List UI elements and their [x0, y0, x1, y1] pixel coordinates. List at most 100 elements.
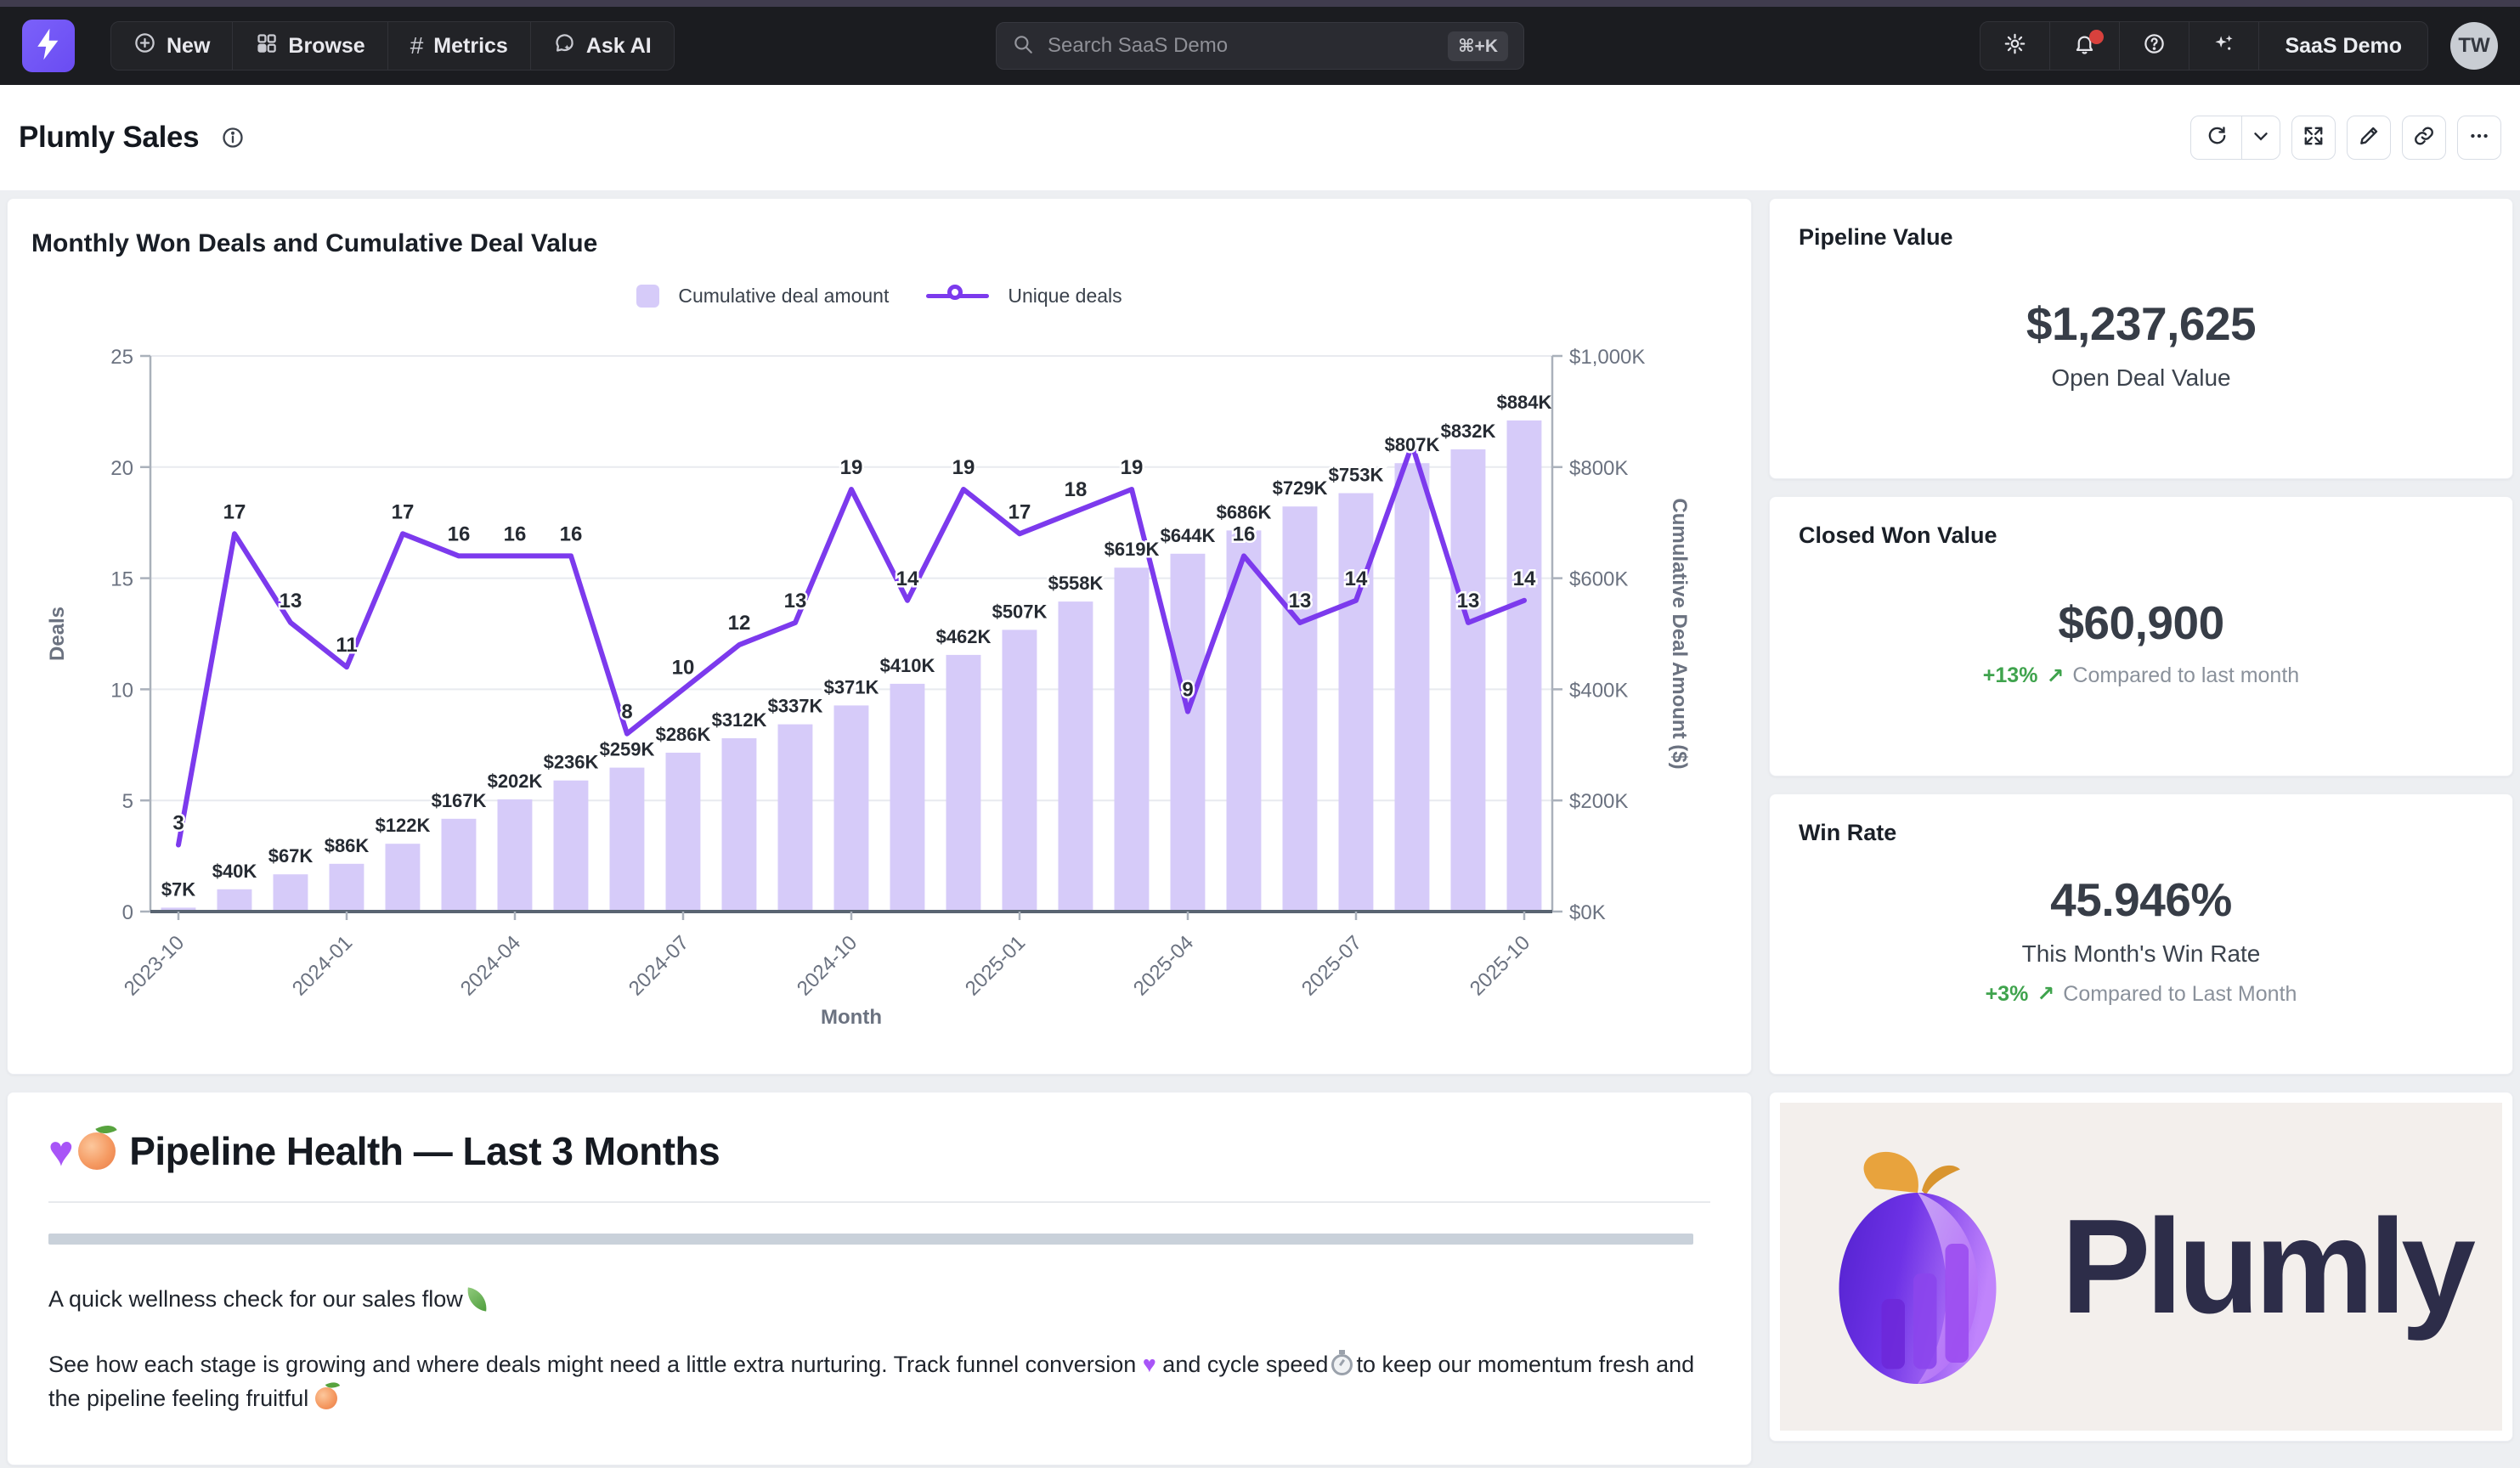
- nav-item-label: Metrics: [433, 34, 508, 59]
- purple-heart-icon: ♥: [48, 1126, 73, 1176]
- svg-text:9: 9: [1182, 679, 1193, 702]
- refresh-options-button[interactable]: [2242, 116, 2280, 159]
- svg-text:$410K: $410K: [880, 655, 935, 676]
- svg-text:$753K: $753K: [1329, 465, 1384, 486]
- chart-title: Monthly Won Deals and Cumulative Deal Va…: [31, 229, 1727, 258]
- nav-item-label: Browse: [288, 34, 364, 59]
- svg-text:$236K: $236K: [544, 752, 599, 773]
- svg-text:$167K: $167K: [432, 790, 487, 811]
- dashboard-toolbar: [2190, 116, 2501, 160]
- search-placeholder: Search SaaS Demo: [1048, 34, 1448, 58]
- svg-text:2023-10: 2023-10: [120, 931, 189, 1000]
- svg-text:$558K: $558K: [1048, 573, 1104, 594]
- kpi-delta-row: +13% ↗ Compared to last month: [1983, 663, 2299, 689]
- kpi-value: $1,237,625: [2026, 296, 2256, 351]
- svg-text:2025-07: 2025-07: [1297, 931, 1366, 1000]
- kpi-subtitle: This Month's Win Rate: [2022, 940, 2261, 968]
- nav-item-metrics[interactable]: # Metrics: [388, 22, 531, 70]
- plus-circle-icon: [133, 31, 156, 60]
- delta-note: Compared to Last Month: [2063, 982, 2297, 1007]
- refresh-button[interactable]: [2191, 116, 2242, 159]
- svg-text:13: 13: [784, 590, 807, 613]
- section-divider-bar: [48, 1234, 1693, 1245]
- more-options-button[interactable]: [2457, 116, 2501, 160]
- workspace-name: SaaS Demo: [2285, 34, 2402, 59]
- legend-line-marker[interactable]: [926, 284, 989, 308]
- sparkles-icon: [2212, 32, 2235, 59]
- notifications-button[interactable]: [2050, 22, 2120, 70]
- fullscreen-button[interactable]: [2291, 116, 2336, 160]
- legend-bar-label[interactable]: Cumulative deal amount: [678, 285, 889, 308]
- svg-text:$337K: $337K: [768, 696, 823, 717]
- purple-heart-icon: ♥: [1143, 1352, 1156, 1377]
- kpi-subtitle: Open Deal Value: [2051, 364, 2230, 392]
- brand-wordmark: Plumly: [2061, 1190, 2471, 1344]
- nav-item-ask-ai[interactable]: Ask AI: [531, 22, 674, 70]
- kpi-card-closed-won: Closed Won Value $60,900 +13% ↗ Compared…: [1769, 496, 2513, 777]
- legend-bar-swatch[interactable]: [636, 285, 659, 308]
- dashboard-body: Monthly Won Deals and Cumulative Deal Va…: [0, 190, 2520, 1465]
- svg-text:19: 19: [1121, 456, 1144, 479]
- workspace-switcher[interactable]: SaaS Demo: [2259, 22, 2427, 70]
- svg-text:17: 17: [392, 500, 415, 523]
- peach-icon: [78, 1132, 116, 1170]
- app-logo[interactable]: [22, 20, 75, 72]
- svg-text:0: 0: [122, 901, 133, 924]
- svg-text:12: 12: [728, 612, 751, 635]
- global-search-input[interactable]: Search SaaS Demo ⌘+K: [996, 22, 1524, 70]
- share-link-button[interactable]: [2402, 116, 2446, 160]
- settings-button[interactable]: [1980, 22, 2050, 70]
- kpi-card-pipeline-value: Pipeline Value $1,237,625 Open Deal Valu…: [1769, 198, 2513, 479]
- help-button[interactable]: [2120, 22, 2189, 70]
- svg-text:$800K: $800K: [1569, 457, 1628, 480]
- svg-text:$400K: $400K: [1569, 679, 1628, 702]
- delta-value: +3%: [1986, 982, 2029, 1007]
- edit-button[interactable]: [2347, 116, 2391, 160]
- intro-paragraph: A quick wellness check for our sales flo…: [48, 1282, 1710, 1317]
- trend-up-arrow-icon: ↗: [2046, 663, 2064, 689]
- kpi-value: 45.946%: [2050, 872, 2232, 927]
- svg-text:5: 5: [122, 790, 133, 813]
- svg-text:10: 10: [672, 656, 695, 679]
- svg-text:16: 16: [1233, 522, 1256, 545]
- nav-item-browse[interactable]: Browse: [233, 22, 387, 70]
- legend-line-label[interactable]: Unique deals: [1008, 285, 1122, 308]
- svg-text:$686K: $686K: [1217, 501, 1272, 522]
- nav-item-new[interactable]: New: [111, 22, 233, 70]
- trend-up-arrow-icon: ↗: [2037, 981, 2054, 1007]
- svg-text:$1,000K: $1,000K: [1569, 346, 1645, 369]
- refresh-icon: [2206, 125, 2228, 151]
- svg-text:Deals: Deals: [46, 607, 69, 661]
- stopwatch-icon: [1331, 1354, 1353, 1375]
- svg-text:$200K: $200K: [1569, 790, 1628, 813]
- svg-text:$807K: $807K: [1385, 434, 1440, 455]
- svg-text:15: 15: [110, 568, 133, 591]
- svg-text:25: 25: [110, 346, 133, 369]
- heading-divider: [48, 1201, 1710, 1203]
- nav-item-label: New: [167, 34, 210, 59]
- svg-text:$259K: $259K: [600, 739, 655, 760]
- svg-text:$600K: $600K: [1569, 568, 1628, 591]
- link-icon: [2413, 125, 2435, 151]
- user-avatar[interactable]: TW: [2450, 22, 2498, 70]
- plum-logo-icon: [1811, 1138, 2024, 1397]
- section-heading: ♥ Pipeline Health — Last 3 Months: [48, 1126, 1710, 1176]
- chat-ai-icon: [553, 31, 576, 60]
- chart-legend: Cumulative deal amount Unique deals: [31, 284, 1727, 308]
- svg-text:18: 18: [1065, 478, 1088, 501]
- combo-chart[interactable]: $7K$40K$67K$86K$122K$167K$202K$236K$259K…: [31, 309, 1727, 1036]
- svg-text:$884K: $884K: [1497, 392, 1552, 413]
- svg-text:2024-10: 2024-10: [793, 931, 862, 1000]
- info-icon[interactable]: [221, 126, 245, 150]
- svg-text:10: 10: [110, 679, 133, 702]
- kpi-delta-row: +3% ↗ Compared to Last Month: [1986, 981, 2297, 1007]
- svg-text:$507K: $507K: [992, 601, 1048, 622]
- grid-icon: [255, 31, 278, 60]
- svg-text:$462K: $462K: [936, 626, 992, 647]
- lightning-bolt-icon: [34, 27, 63, 65]
- section-heading-text: Pipeline Health — Last 3 Months: [129, 1128, 720, 1174]
- svg-text:$202K: $202K: [488, 771, 543, 792]
- svg-text:8: 8: [621, 701, 632, 724]
- svg-text:$729K: $729K: [1273, 477, 1328, 499]
- ai-assist-button[interactable]: [2189, 22, 2259, 70]
